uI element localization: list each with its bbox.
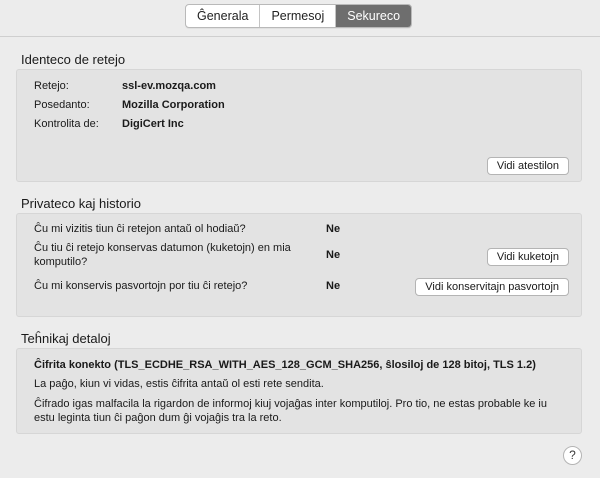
website-value: ssl-ev.mozqa.com	[122, 80, 216, 92]
passwords-question: Ĉu mi konservis pasvortojn por tiu ĉi re…	[34, 280, 248, 292]
view-saved-passwords-button[interactable]: Vidi konservitajn pasvortojn	[415, 278, 569, 296]
tab-permissions[interactable]: Permesoj	[260, 5, 337, 27]
cookies-answer: Ne	[326, 249, 341, 261]
view-certificate-button[interactable]: Vidi atestilon	[486, 157, 569, 175]
verified-by-label: Kontrolita de:	[34, 118, 99, 130]
tab-security[interactable]: Sekureco	[336, 5, 412, 27]
encryption-explanation: Ĉifrado igas malfacila la rigardon de in…	[34, 398, 547, 424]
owner-value: Mozilla Corporation	[122, 99, 225, 111]
verified-by-value: DigiCert Inc	[122, 118, 184, 130]
visited-answer: Ne	[326, 223, 341, 235]
question-mark-icon: ?	[569, 448, 576, 462]
privacy-box: Ĉu mi vizitis tiun ĉi retejon antaŭ ol h…	[16, 213, 582, 317]
technical-heading: Teĥnikaj detaloj	[21, 331, 111, 346]
encrypted-description: La paĝo, kiun vi vidas, estis ĉifrita an…	[34, 378, 324, 390]
tab-bar: Ĝenerala Permesoj Sekureco	[185, 4, 413, 28]
top-divider	[0, 36, 600, 37]
identity-box: Retejo: ssl-ev.mozqa.com Posedanto: Mozi…	[16, 69, 582, 182]
website-label: Retejo:	[34, 80, 69, 92]
cipher-title: Ĉifrita konekto (TLS_ECDHE_RSA_WITH_AES_…	[34, 359, 536, 371]
technical-box: Ĉifrita konekto (TLS_ECDHE_RSA_WITH_AES_…	[16, 348, 582, 434]
privacy-heading: Privateco kaj historio	[21, 196, 141, 211]
identity-heading: Identeco de retejo	[21, 52, 126, 67]
visited-question: Ĉu mi vizitis tiun ĉi retejon antaŭ ol h…	[34, 223, 246, 235]
help-button[interactable]: ?	[563, 446, 582, 465]
passwords-answer: Ne	[326, 280, 341, 292]
owner-label: Posedanto:	[34, 99, 90, 111]
cookies-question: Ĉu tiu ĉi retejo konservas datumon (kuke…	[34, 242, 291, 268]
view-cookies-button[interactable]: Vidi kuketojn	[486, 248, 569, 266]
tab-general[interactable]: Ĝenerala	[186, 5, 261, 27]
